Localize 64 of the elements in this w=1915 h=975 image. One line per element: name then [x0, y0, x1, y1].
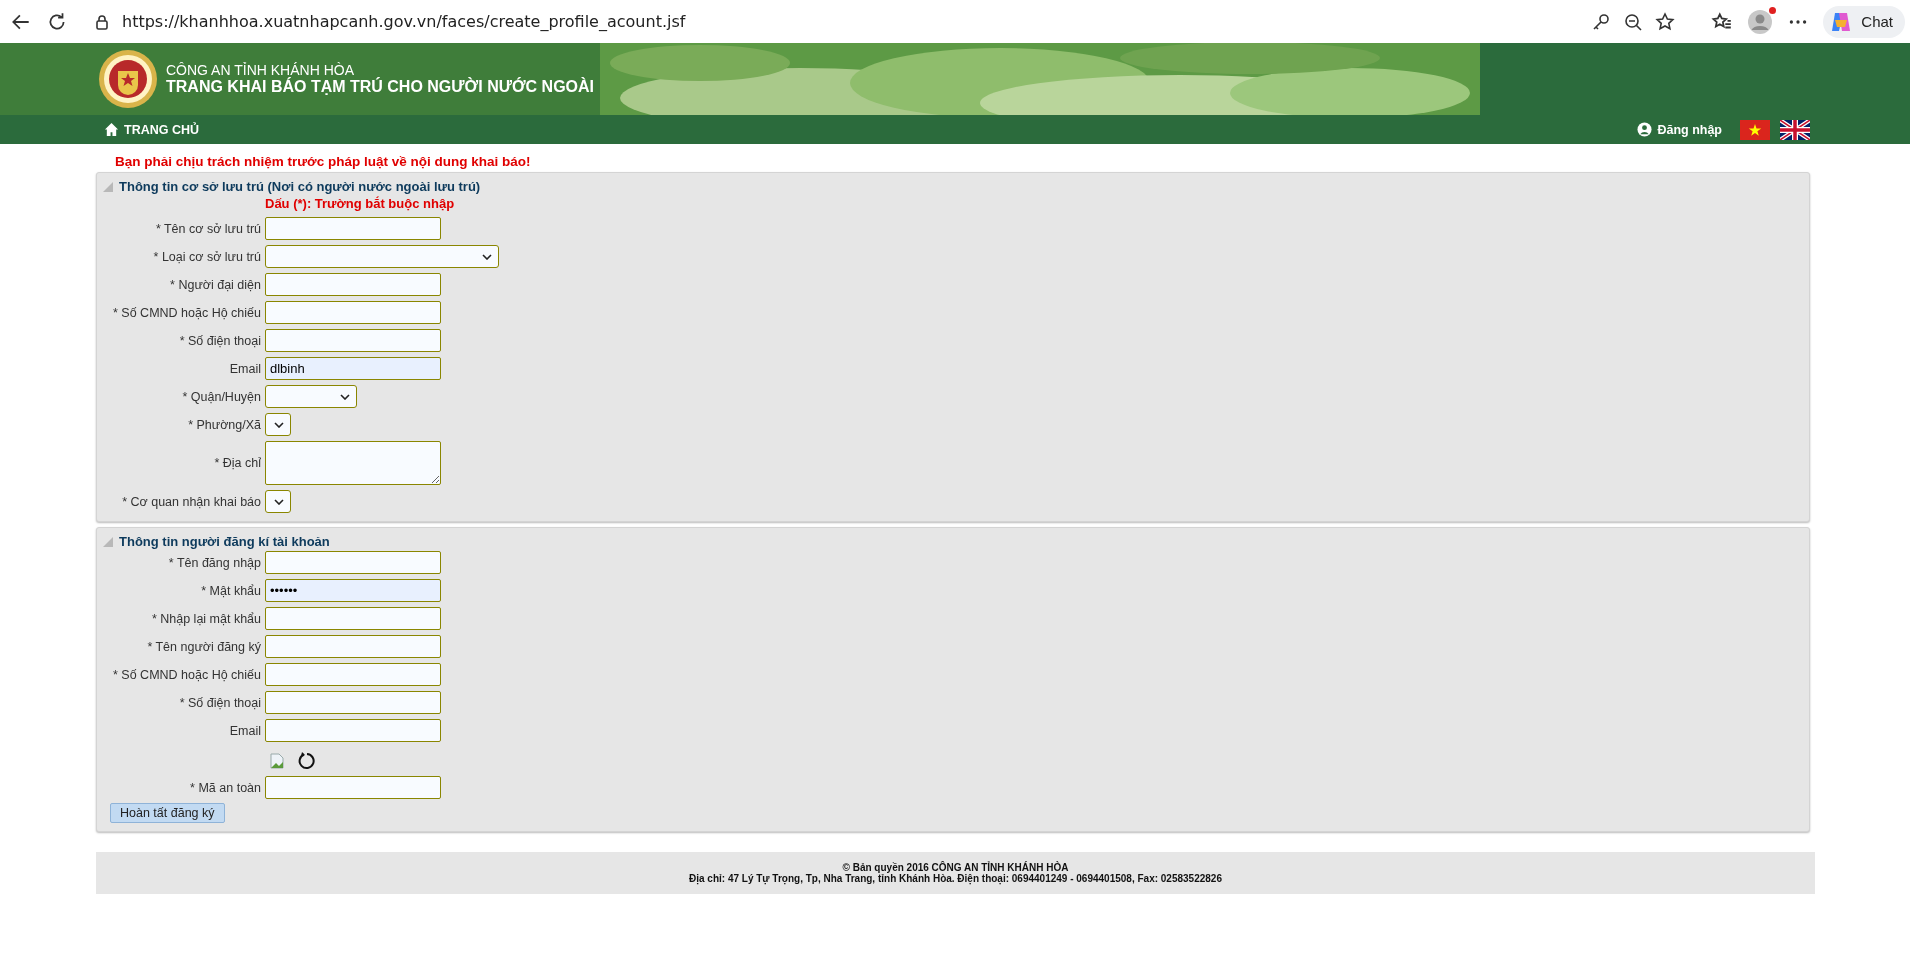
chevron-down-icon — [274, 498, 284, 505]
chevron-down-icon — [274, 421, 284, 428]
site-title: TRANG KHAI BÁO TẠM TRÚ CHO NGƯỜI NƯỚC NGOÀI — [166, 78, 595, 96]
home-link[interactable]: TRANG CHỦ — [104, 122, 199, 137]
login-link[interactable]: Đăng nhập — [1637, 122, 1722, 137]
field-label: * Số CMND hoặc Hộ chiếu — [113, 667, 261, 682]
submit-button[interactable]: Hoàn tất đăng ký — [110, 803, 225, 823]
field-label: * Mã an toàn — [190, 780, 261, 795]
input-field[interactable]: •••••• — [265, 579, 441, 602]
field-label: * Quận/Huyện — [182, 389, 261, 404]
dropdown[interactable] — [265, 413, 291, 436]
input-field[interactable] — [265, 691, 441, 714]
user-icon — [1637, 122, 1653, 137]
broken-image-icon — [269, 753, 285, 769]
vietnam-flag-icon[interactable] — [1740, 119, 1770, 140]
field-label: * Số CMND hoặc Hộ chiếu — [113, 305, 261, 320]
footer-text: © Bản quyền 2016 CÔNG AN TỈNH KHÁNH HÒA — [842, 862, 1070, 873]
uk-flag-icon[interactable] — [1780, 119, 1810, 140]
field-label: * Nhập lại mật khẩu — [151, 611, 261, 626]
profile-avatar-icon[interactable] — [1747, 8, 1774, 35]
input-field[interactable] — [265, 719, 441, 742]
input-field[interactable] — [265, 635, 441, 658]
dropdown[interactable] — [265, 245, 499, 268]
chevron-down-icon — [482, 253, 492, 260]
section-title: Thông tin người đăng kí tài khoản — [119, 534, 330, 549]
input-field[interactable] — [265, 663, 441, 686]
field-label: * Cơ quan nhận khai báo — [122, 494, 261, 509]
star-icon[interactable] — [1655, 11, 1676, 32]
field-label: * Số điện thoại — [179, 695, 261, 710]
dropdown[interactable] — [265, 385, 357, 408]
input-field[interactable] — [265, 607, 441, 630]
key-icon[interactable] — [1591, 11, 1612, 32]
input-field[interactable] — [265, 776, 441, 799]
field-label: * Người đại diện — [170, 277, 261, 292]
field-label: * Tên đăng nhập — [168, 555, 261, 570]
field-label: * Tên người đăng ký — [147, 639, 261, 654]
input-field[interactable] — [265, 301, 441, 324]
warning-text: Bạn phải chịu trách nhiệm trước pháp luật về nội dung khai báo! — [114, 154, 532, 171]
organization-name: CÔNG AN TỈNH KHÁNH HÒA — [166, 62, 354, 78]
lock-icon — [94, 13, 110, 30]
field-label: * Loại cơ sở lưu trú — [153, 249, 261, 264]
input-field[interactable]: dlbinh — [265, 357, 441, 380]
dropdown[interactable] — [265, 490, 291, 513]
required-note: Dấu (*): Trường bắt buộc nhập — [265, 196, 455, 212]
emblem-logo — [98, 49, 158, 109]
home-icon — [104, 122, 119, 137]
chevron-down-icon — [340, 393, 350, 400]
refresh-icon[interactable] — [297, 751, 317, 771]
field-label: Email — [229, 361, 261, 376]
field-label: * Mật khẩu — [201, 583, 261, 598]
input-field[interactable] — [265, 217, 441, 240]
field-label: Email — [229, 723, 261, 738]
input-field[interactable] — [265, 551, 441, 574]
text-area[interactable] — [265, 441, 441, 485]
field-label: * Phường/Xã — [188, 417, 261, 432]
section-title: Thông tin cơ sở lưu trú (Nơi có người nước ngoài lưu trú) — [119, 179, 481, 194]
chat-button[interactable]: Chat — [1823, 5, 1905, 38]
field-label: * Số điện thoại — [179, 333, 261, 348]
input-field[interactable] — [265, 329, 441, 352]
input-field[interactable] — [265, 273, 441, 296]
field-label: * Tên cơ sở lưu trú — [155, 221, 261, 236]
zoom-out-icon[interactable] — [1623, 11, 1644, 32]
footer-text: Địa chỉ: 47 Lý Tự Trọng, Tp, Nha Trang, tỉnh Khánh Hòa. Điện thoại: 0694401249 - 0694401508, Fax: 02583522826 — [688, 873, 1223, 884]
field-label: * Địa chỉ — [214, 456, 261, 470]
